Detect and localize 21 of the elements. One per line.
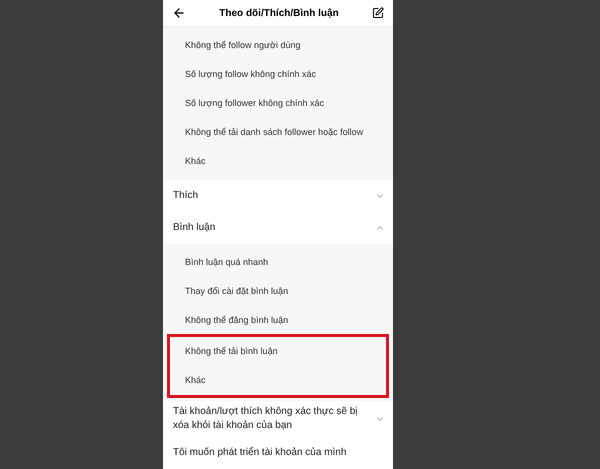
sub-item[interactable]: Số lượng follower không chính xác [163, 89, 393, 118]
section-header[interactable]: Tài khoản/lượt thích không xác thực sẽ bị xóa khỏi tài khoản của bạn [163, 401, 393, 437]
section-label: Tôi muốn phát triển tài khoản của mình [173, 446, 348, 460]
back-icon[interactable] [172, 6, 186, 20]
edit-icon[interactable] [372, 7, 384, 19]
section-header[interactable]: Bình luận [163, 212, 393, 244]
sub-item[interactable]: Số lượng follow không chính xác [163, 60, 393, 89]
section-label: Bình luận [173, 221, 216, 235]
sub-item[interactable]: Không thể follow người dùng [163, 31, 393, 60]
section-label: Tài khoản/lượt thích không xác thực sẽ bị xóa khỏi tài khoản của bạn [173, 405, 358, 433]
sub-item[interactable]: Không thể tải bình luận [170, 337, 386, 366]
sub-item[interactable]: Không thể đăng bình luận [163, 306, 393, 335]
section-label: Thích [173, 189, 200, 203]
window-title: Theo dõi/Thích/Bình luận [219, 6, 339, 20]
sub-item[interactable]: Khác [170, 366, 386, 395]
sub-item[interactable]: Không thể tải danh sách follower hoặc follow [163, 118, 393, 147]
sub-item[interactable]: Khác [163, 147, 393, 176]
sub-item[interactable]: Bình luận quá nhanh [163, 248, 393, 277]
section-header[interactable]: Thích [163, 180, 393, 212]
sub-item[interactable]: Thay đổi cài đặt bình luận [163, 277, 393, 306]
section-header[interactable]: Tôi muốn phát triển tài khoản của mình [163, 437, 393, 469]
